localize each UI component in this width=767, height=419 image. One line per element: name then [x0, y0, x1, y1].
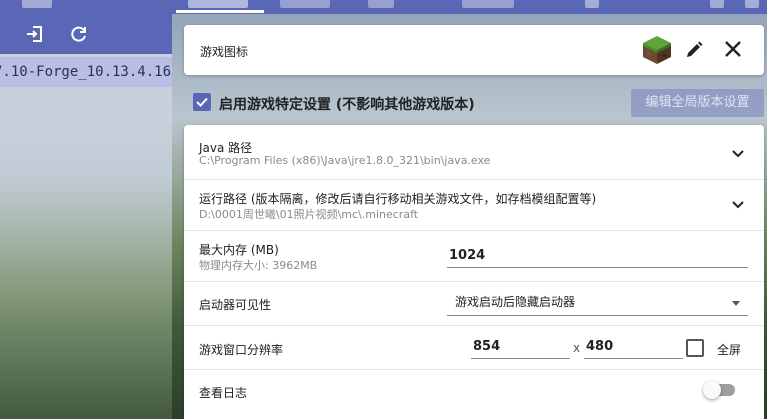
- resolution-height-input[interactable]: 480: [584, 337, 683, 359]
- run-path-label: 运行路径 (版本隔离，修改后请自行移动相关游戏文件，如存档模组配置等): [199, 192, 597, 206]
- view-log-label: 查看日志: [199, 386, 248, 400]
- chevron-down-icon: [732, 201, 744, 209]
- divider: [184, 325, 764, 326]
- launcher-visibility-select[interactable]: 游戏启动后隐藏启动器: [447, 292, 748, 316]
- tab-2[interactable]: [280, 0, 330, 8]
- divider: [184, 281, 764, 282]
- settings-card: Java 路径 C:\Program Files (x86)\Java\jre1…: [184, 125, 764, 419]
- active-tab-indicator: [176, 10, 264, 13]
- dropdown-caret-icon: [732, 301, 740, 306]
- chevron-down-icon: [732, 150, 744, 158]
- enable-specific-settings-label: 启用游戏特定设置 (不影响其他游戏版本): [219, 97, 475, 113]
- minimize-icon[interactable]: [710, 0, 724, 8]
- enable-specific-settings-checkbox[interactable]: [193, 93, 211, 111]
- version-list-toolbar: [0, 14, 172, 54]
- edit-global-settings-button[interactable]: 编辑全局版本设置: [631, 89, 764, 117]
- physical-memory-text: 物理内存大小: 3962MB: [199, 259, 318, 272]
- resolution-width-input[interactable]: 854: [471, 337, 570, 359]
- toggle-knob: [703, 381, 721, 399]
- tab-3[interactable]: [368, 0, 394, 8]
- max-memory-label: 最大内存 (MB): [199, 243, 279, 257]
- game-icon-label: 游戏图标: [200, 45, 249, 59]
- launcher-visibility-value: 游戏启动后隐藏启动器: [455, 295, 576, 309]
- game-icon-card: 游戏图标: [184, 25, 764, 75]
- java-path-row[interactable]: Java 路径 C:\Program Files (x86)\Java\jre1…: [184, 125, 764, 179]
- divider: [184, 230, 764, 231]
- grass-block-icon[interactable]: [641, 34, 673, 66]
- refresh-icon[interactable]: [68, 23, 90, 45]
- version-list-pane: 7.10-Forge_10.13.4.1614: [0, 14, 172, 419]
- tab-game-settings[interactable]: [188, 0, 248, 8]
- resolution-label: 游戏窗口分辨率: [199, 343, 284, 357]
- version-list-item-selected[interactable]: 7.10-Forge_10.13.4.1614: [0, 57, 172, 87]
- java-path-value: C:\Program Files (x86)\Java\jre1.8.0_321…: [199, 154, 491, 167]
- app-top-bar: [0, 0, 767, 14]
- fullscreen-label: 全屏: [717, 343, 742, 357]
- launcher-visibility-label: 启动器可见性: [199, 298, 272, 312]
- import-icon[interactable]: [24, 23, 46, 45]
- close-icon[interactable]: [721, 37, 745, 61]
- view-log-toggle[interactable]: [703, 381, 735, 399]
- tab-4[interactable]: [462, 0, 514, 8]
- star-icon[interactable]: [585, 0, 599, 8]
- run-path-row[interactable]: 运行路径 (版本隔离，修改后请自行移动相关游戏文件，如存档模组配置等) D:\0…: [184, 180, 764, 230]
- divider: [184, 369, 764, 370]
- run-path-value: D:\0001周世曦\01照片视频\mc\.minecraft: [199, 208, 419, 221]
- resolution-separator: x: [573, 341, 581, 355]
- fullscreen-checkbox[interactable]: [686, 339, 704, 357]
- app-title-fragment: [22, 0, 52, 8]
- edit-pencil-icon[interactable]: [682, 38, 706, 62]
- close-window-icon[interactable]: [745, 0, 759, 8]
- max-memory-input[interactable]: 1024: [447, 246, 748, 268]
